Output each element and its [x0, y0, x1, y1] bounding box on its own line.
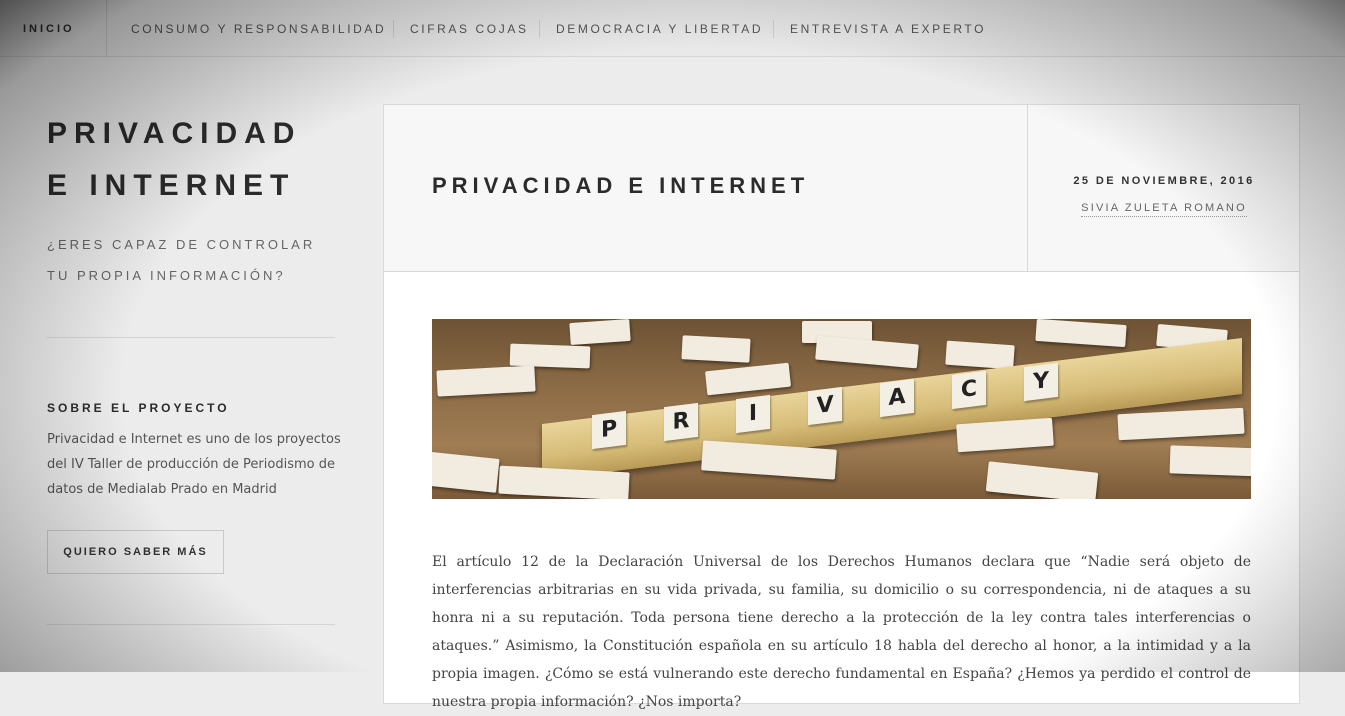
article-featured-image: P R I V A C Y [432, 319, 1251, 499]
letter-tile [815, 335, 919, 369]
rack-letter: P [592, 410, 626, 450]
nav-consumo-y-responsabilidad[interactable]: CONSUMO Y RESPONSABILIDAD [131, 0, 386, 58]
rack-letter: Y [1024, 362, 1058, 402]
nav-inicio[interactable]: INICIO [23, 0, 75, 58]
widget-text-line2: del IV Taller de producción de Periodism… [47, 457, 335, 472]
tagline-line2: TU PROPIA INFORMACIÓN? [47, 268, 286, 283]
letter-tile [956, 417, 1054, 453]
article-header: PRIVACIDAD E INTERNET 25 DE NOVIEMBRE, 2… [384, 105, 1299, 272]
rack-letter: V [808, 386, 842, 426]
rack-letter: R [664, 402, 698, 442]
nav-entrevista-a-experto[interactable]: ENTREVISTA A EXPERTO [790, 0, 986, 58]
nav-divider [393, 20, 394, 38]
letter-tile [1117, 407, 1245, 441]
article-date: 25 DE NOVIEMBRE, 2016 [1073, 175, 1255, 187]
letter-tile [681, 335, 751, 363]
top-navigation: INICIO CONSUMO Y RESPONSABILIDAD CIFRAS … [0, 0, 1345, 57]
widget-text-line1: Privacidad e Internet es uno de los proy… [47, 432, 341, 447]
letter-tile [509, 343, 591, 369]
letter-tile [432, 451, 500, 493]
tagline-line1: ¿ERES CAPAZ DE CONTROLAR [47, 237, 316, 252]
widget-text-line3: datos de Medialab Prado en Madrid [47, 482, 277, 497]
sidebar-divider [47, 624, 335, 625]
site-title-line1[interactable]: PRIVACIDAD [47, 108, 347, 160]
widget-title: SOBRE EL PROYECTO [47, 401, 230, 415]
sidebar-divider [47, 337, 335, 338]
site-title[interactable]: PRIVACIDAD E INTERNET [47, 108, 347, 212]
letter-tile [569, 319, 631, 346]
nav-divider [106, 0, 107, 56]
letter-tile [498, 465, 630, 499]
nav-cifras-cojas[interactable]: CIFRAS COJAS [410, 0, 529, 58]
article-meta: 25 DE NOVIEMBRE, 2016 SIVIA ZULETA ROMAN… [1027, 105, 1300, 271]
site-title-line2[interactable]: E INTERNET [47, 160, 347, 212]
rack-letter: I [736, 394, 770, 434]
letter-tile [436, 365, 536, 397]
nav-democracia-y-libertad[interactable]: DEMOCRACIA Y LIBERTAD [556, 0, 763, 58]
site-tagline: ¿ERES CAPAZ DE CONTROLAR TU PROPIA INFOR… [47, 229, 347, 291]
letter-tile [985, 461, 1099, 499]
rack-letter: C [952, 370, 986, 410]
letter-tile [1035, 319, 1127, 348]
rack-letter: A [880, 378, 914, 418]
letter-tile [704, 362, 792, 396]
nav-divider [773, 20, 774, 38]
article-author-wrap: SIVIA ZULETA ROMANO [1028, 202, 1300, 217]
article-body: El artículo 12 de la Declaración Univers… [432, 554, 1251, 710]
widget-text: Privacidad e Internet es uno de los proy… [47, 427, 341, 502]
article: PRIVACIDAD E INTERNET 25 DE NOVIEMBRE, 2… [383, 104, 1300, 710]
letter-tile [945, 340, 1015, 370]
article-title[interactable]: PRIVACIDAD E INTERNET [432, 173, 809, 199]
letter-tile [1169, 445, 1251, 477]
learn-more-button[interactable]: QUIERO SABER MÁS [47, 530, 224, 574]
article-author-link[interactable]: SIVIA ZULETA ROMANO [1081, 202, 1247, 217]
nav-divider [539, 20, 540, 38]
